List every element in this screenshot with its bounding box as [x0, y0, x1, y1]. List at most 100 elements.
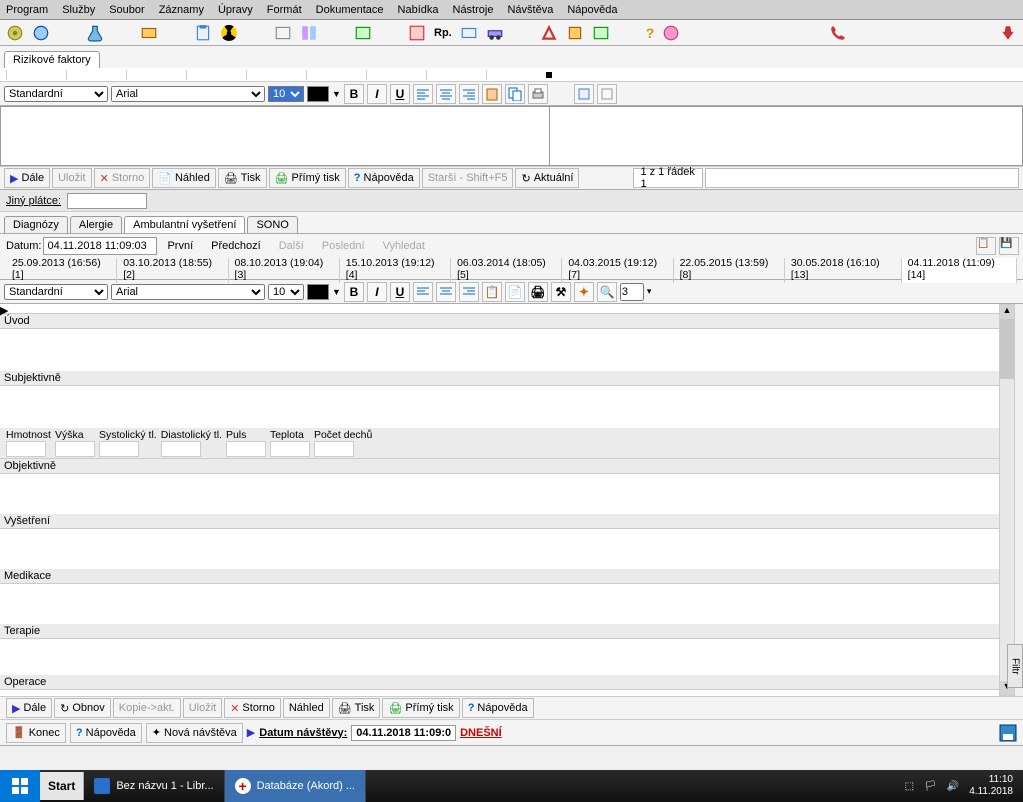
- date-tab-4[interactable]: 15.10.2013 (19:12) [4]: [340, 255, 451, 283]
- size-select-2[interactable]: 10: [268, 284, 304, 300]
- print-button[interactable]: [528, 84, 548, 104]
- print-button-2[interactable]: 🖨: [528, 282, 548, 302]
- tool-icon-18[interactable]: [662, 24, 680, 42]
- tab-rizikove-faktory[interactable]: Rizikové faktory: [4, 51, 100, 68]
- vital-hmotnost-input[interactable]: [6, 441, 46, 457]
- nahled-button-2[interactable]: Náhled: [283, 698, 330, 718]
- tray-icon-1[interactable]: ⬚: [905, 781, 914, 792]
- car-icon[interactable]: [486, 24, 504, 42]
- menu-zaznamy[interactable]: Záznamy: [159, 4, 204, 16]
- save-disk-icon[interactable]: [999, 724, 1017, 742]
- date-tab-6[interactable]: 04.03.2015 (19:12) [7]: [562, 255, 673, 283]
- menu-nastroje[interactable]: Nástroje: [453, 4, 494, 16]
- tool-button-c[interactable]: 🔍: [597, 282, 617, 302]
- nova-navsteva-button[interactable]: ✦Nová návštěva: [146, 723, 243, 743]
- help-icon[interactable]: ?: [646, 25, 655, 41]
- date-tab-7[interactable]: 22.05.2015 (13:59) [8]: [674, 255, 785, 283]
- radiation-icon[interactable]: [220, 24, 238, 42]
- align-right-button[interactable]: [459, 84, 479, 104]
- task-libreoffice[interactable]: Bez názvu 1 - Libr...: [84, 770, 224, 802]
- vyhledat-button[interactable]: Vyhledat: [375, 239, 433, 253]
- menu-navsteva[interactable]: Návštěva: [507, 4, 553, 16]
- tool-icon-16[interactable]: [592, 24, 610, 42]
- section-obj-body[interactable]: [0, 474, 999, 514]
- vital-puls-input[interactable]: [226, 441, 266, 457]
- section-ter-body[interactable]: [0, 639, 999, 675]
- tool-icon-15[interactable]: [566, 24, 584, 42]
- pin-icon[interactable]: [999, 24, 1017, 42]
- font-select-2[interactable]: Arial: [111, 284, 265, 300]
- ulozit-button-2[interactable]: Uložit: [183, 698, 223, 718]
- starsi-button[interactable]: Starší - Shift+F5: [422, 168, 514, 188]
- section-med-body[interactable]: [0, 584, 999, 624]
- tool-button-b[interactable]: ✦: [574, 282, 594, 302]
- italic-button[interactable]: I: [367, 84, 387, 104]
- align-right-button-2[interactable]: [459, 282, 479, 302]
- bold-button-2[interactable]: B: [344, 282, 364, 302]
- tool-icon-10[interactable]: [408, 24, 426, 42]
- vital-teplota-input[interactable]: [270, 441, 310, 457]
- windows-button[interactable]: [0, 770, 40, 802]
- level-input[interactable]: [620, 283, 644, 301]
- right-ctl-2[interactable]: 💾: [999, 237, 1019, 255]
- style-select-2[interactable]: Standardní: [4, 284, 108, 300]
- rizikove-textarea[interactable]: [0, 106, 550, 166]
- flask-icon[interactable]: [86, 24, 104, 42]
- tool-icon-9[interactable]: [354, 24, 372, 42]
- section-op-body[interactable]: [0, 690, 999, 696]
- date-tab-8[interactable]: 30.05.2018 (16:10) [13]: [785, 255, 902, 283]
- kopie-button[interactable]: Kopie->akt.: [113, 698, 181, 718]
- color-swatch[interactable]: [307, 86, 329, 102]
- italic-button-2[interactable]: I: [367, 282, 387, 302]
- copy-button[interactable]: [505, 84, 525, 104]
- tool-icon-7[interactable]: [274, 24, 292, 42]
- aktualni-button[interactable]: ↻Aktuální: [515, 168, 579, 188]
- tool-icon-14[interactable]: [540, 24, 558, 42]
- date-tab-1[interactable]: 25.09.2013 (16:56) [1]: [6, 255, 117, 283]
- menu-dokumentace[interactable]: Dokumentace: [316, 4, 384, 16]
- tab-sono[interactable]: SONO: [247, 216, 297, 233]
- menu-program[interactable]: Program: [6, 4, 48, 16]
- section-vys-body[interactable]: [0, 529, 999, 569]
- menu-nabidka[interactable]: Nabídka: [398, 4, 439, 16]
- underline-button[interactable]: U: [390, 84, 410, 104]
- tool-icon-2[interactable]: [32, 24, 50, 42]
- taskbar-clock[interactable]: 11:10 4.11.2018: [969, 774, 1013, 798]
- posledni-button[interactable]: Poslední: [314, 239, 373, 253]
- menu-napoveda[interactable]: Nápověda: [567, 4, 617, 16]
- tool-icon-1[interactable]: [6, 24, 24, 42]
- style-select[interactable]: Standardní: [4, 86, 108, 102]
- vital-diastol-input[interactable]: [161, 441, 201, 457]
- primy-tisk-button-2[interactable]: 🖨Přímý tisk: [382, 698, 459, 718]
- paste-button-2[interactable]: 📋: [482, 282, 502, 302]
- tool-button-a[interactable]: ⚒: [551, 282, 571, 302]
- obnov-button[interactable]: ↻Obnov: [54, 698, 111, 718]
- vital-systol-input[interactable]: [99, 441, 139, 457]
- nahled-button[interactable]: 📄Náhled: [152, 168, 216, 188]
- menu-sluzby[interactable]: Služby: [62, 4, 95, 16]
- task-akord[interactable]: + Databáze (Akord) ...: [225, 770, 366, 802]
- right-ctl-1[interactable]: 📋: [976, 237, 996, 255]
- size-select[interactable]: 10: [268, 86, 304, 102]
- napoveda-button[interactable]: ?Nápověda: [348, 168, 420, 188]
- dale-button-2[interactable]: ▶Dále: [6, 698, 52, 718]
- font-select[interactable]: Arial: [111, 86, 265, 102]
- tab-ambulantni[interactable]: Ambulantní vyšetření: [124, 216, 245, 233]
- storno-button-2[interactable]: ✕Storno: [224, 698, 281, 718]
- storno-button[interactable]: ✕Storno: [94, 168, 151, 188]
- tool-icon-4[interactable]: [140, 24, 158, 42]
- napoveda-button-3[interactable]: ?Nápověda: [70, 723, 142, 743]
- menu-format[interactable]: Formát: [267, 4, 302, 16]
- primy-tisk-button[interactable]: 🖨Přímý tisk: [269, 168, 346, 188]
- date-tab-2[interactable]: 03.10.2013 (18:55) [2]: [117, 255, 228, 283]
- rp-icon[interactable]: Rp.: [434, 27, 452, 39]
- clipboard-icon[interactable]: [194, 24, 212, 42]
- jiny-platce-input[interactable]: [67, 193, 147, 209]
- tisk-button[interactable]: 🖨Tisk: [218, 168, 267, 188]
- konec-button[interactable]: 🚪Konec: [6, 723, 66, 743]
- predchozi-button[interactable]: Předchozí: [203, 239, 269, 253]
- dale-button[interactable]: ▶Dále: [4, 168, 50, 188]
- color-swatch-2[interactable]: [307, 284, 329, 300]
- tray-volume-icon[interactable]: 🔊: [947, 781, 959, 792]
- vital-dechy-input[interactable]: [314, 441, 354, 457]
